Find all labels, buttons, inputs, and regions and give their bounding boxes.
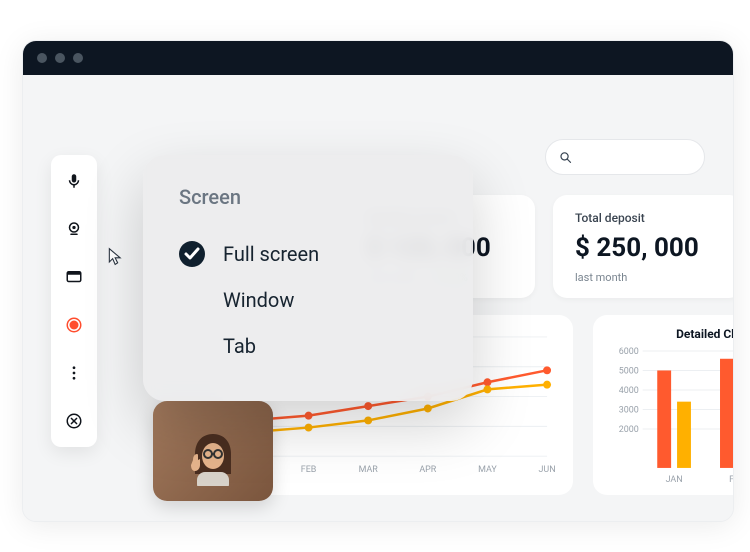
- svg-text:MAR: MAR: [359, 465, 379, 475]
- more-icon: [65, 364, 83, 382]
- search-field[interactable]: [545, 139, 705, 175]
- bar-chart-title: Detailed Chart 02: [609, 327, 734, 341]
- svg-text:5000: 5000: [619, 366, 639, 376]
- window-titlebar: [23, 41, 733, 75]
- svg-text:JUN: JUN: [539, 465, 556, 475]
- svg-text:FEB: FEB: [301, 465, 317, 475]
- menu-item-label: Full screen: [223, 242, 319, 266]
- more-button[interactable]: [58, 357, 90, 389]
- menu-item-spacer: [179, 333, 205, 359]
- record-button[interactable]: [58, 309, 90, 341]
- svg-text:6000: 6000: [619, 347, 639, 357]
- menu-item-window[interactable]: Window: [179, 277, 437, 323]
- cursor-icon: [107, 247, 125, 267]
- mic-button[interactable]: [58, 165, 90, 197]
- presenter-avatar: [183, 426, 243, 486]
- check-icon: [179, 241, 205, 267]
- card-total-deposit: Total deposit $ 250, 000 last month: [553, 195, 734, 298]
- search-icon: [558, 149, 572, 165]
- svg-text:3000: 3000: [619, 405, 639, 415]
- svg-text:2000: 2000: [619, 425, 639, 435]
- svg-text:FEB: FEB: [729, 475, 734, 485]
- card-value: $ 250, 000: [575, 233, 721, 263]
- mic-icon: [65, 172, 83, 190]
- bar-chart: Detailed Chart 02 2000 3000 4000 5000 6000 JA…: [593, 315, 734, 495]
- window-control-max[interactable]: [73, 53, 83, 63]
- webcam-icon: [65, 220, 83, 238]
- app-canvas: Monthly amount $ 120, 000 last month 30%…: [23, 75, 733, 521]
- menu-item-label: Tab: [223, 334, 256, 358]
- screen-share-menu: Screen Full screen Window Tab: [143, 155, 473, 401]
- menu-item-full-screen[interactable]: Full screen: [179, 231, 437, 277]
- webcam-preview[interactable]: [153, 401, 273, 501]
- svg-text:MAY: MAY: [478, 465, 497, 475]
- svg-text:APR: APR: [419, 465, 436, 475]
- menu-heading: Screen: [179, 185, 437, 209]
- window-control-min[interactable]: [55, 53, 65, 63]
- menu-item-label: Window: [223, 288, 294, 312]
- card-sub: last month: [575, 271, 627, 284]
- svg-text:4000: 4000: [619, 386, 639, 396]
- card-footer: last month: [575, 271, 721, 284]
- recorder-toolbar: [51, 155, 97, 447]
- menu-item-spacer: [179, 287, 205, 313]
- screen-share-button[interactable]: [58, 261, 90, 293]
- window-control-close[interactable]: [37, 53, 47, 63]
- screen-share-icon: [65, 268, 83, 286]
- app-window: Monthly amount $ 120, 000 last month 30%…: [22, 40, 734, 522]
- search-input[interactable]: [572, 149, 692, 165]
- card-title: Total deposit: [575, 211, 721, 225]
- close-icon: [65, 412, 83, 430]
- svg-text:JAN: JAN: [666, 475, 683, 485]
- menu-item-tab[interactable]: Tab: [179, 323, 437, 369]
- webcam-button[interactable]: [58, 213, 90, 245]
- cancel-button[interactable]: [58, 405, 90, 437]
- record-icon: [65, 316, 83, 334]
